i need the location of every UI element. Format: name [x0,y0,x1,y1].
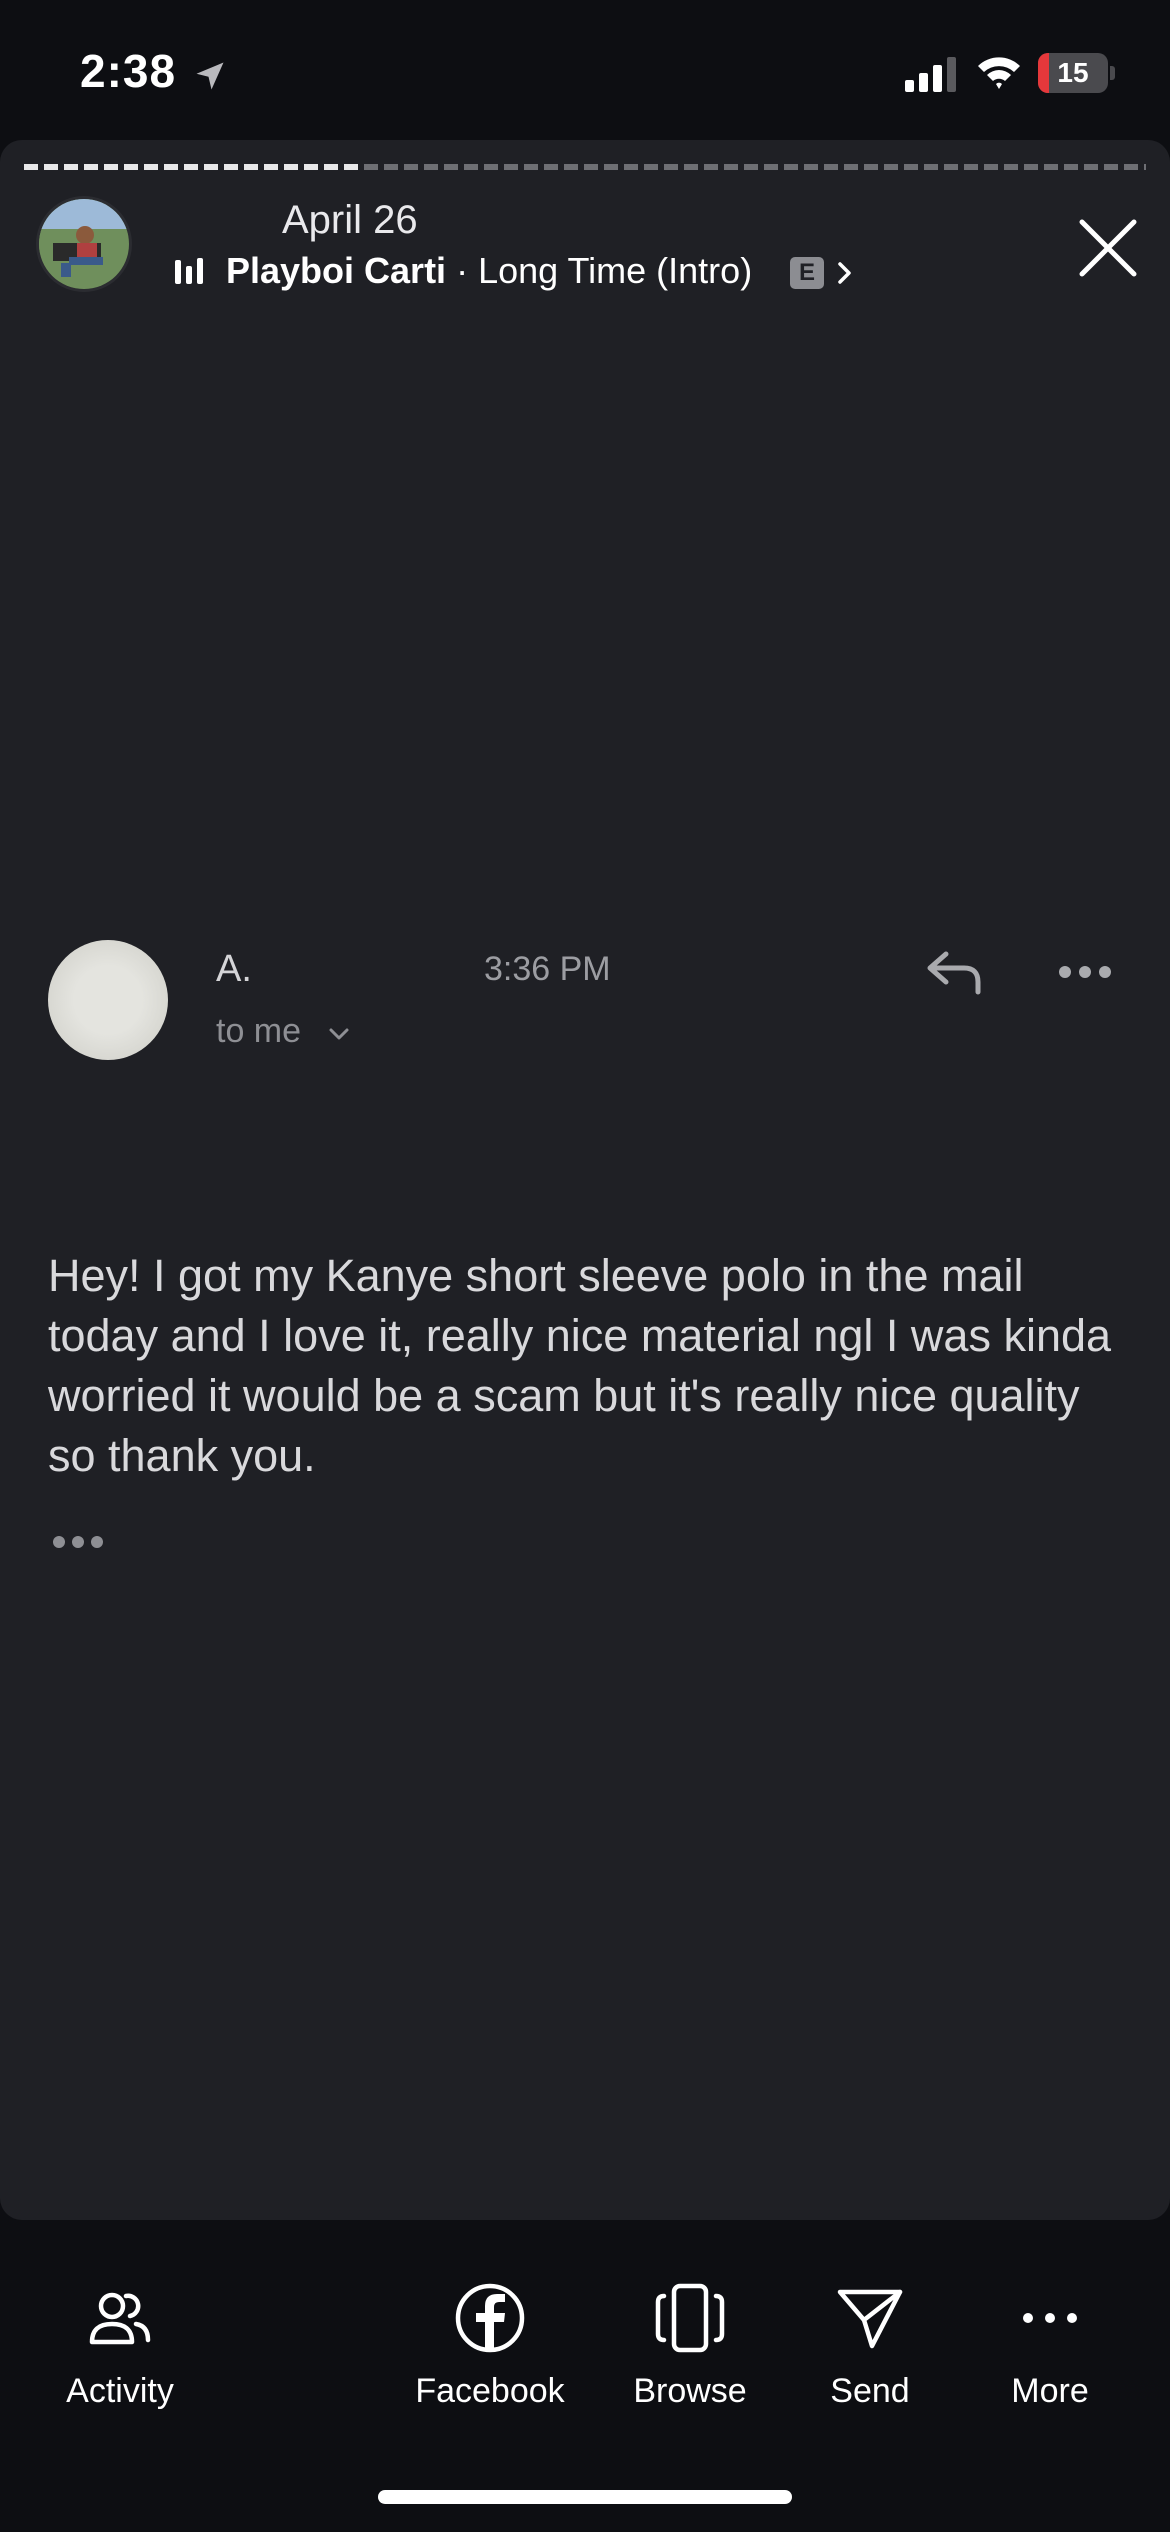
browse-icon [655,2283,725,2353]
wifi-icon [978,57,1020,89]
activity-button[interactable]: Activity [40,2282,200,2432]
more-horizontal-icon [1059,966,1111,978]
profile-photo-icon [39,199,129,289]
story-profile-avatar[interactable] [36,196,132,292]
send-button[interactable]: Send [810,2282,930,2432]
close-icon[interactable] [1076,216,1140,280]
send-label: Send [830,2372,910,2410]
screen: 2:38 15 April 26 Playboi Carti · Long Ti… [0,0,1170,2532]
reply-icon [927,951,981,995]
send-icon [837,2289,903,2349]
battery-level: 15 [1057,57,1089,88]
browse-button[interactable]: Browse [620,2282,760,2432]
browse-label: Browse [633,2372,747,2410]
email-recipient: to me [216,1012,302,1050]
song-artist: Playboi Carti [226,250,447,291]
song-separator: · [446,250,479,291]
more-button[interactable]: More [990,2282,1110,2432]
chevron-down-icon [329,1028,349,1040]
song-title: Long Time (Intro) [478,250,753,291]
chevron-right-icon[interactable] [834,258,856,288]
facebook-label: Facebook [415,2372,565,2410]
activity-label: Activity [66,2372,174,2410]
more-icon [1023,2313,1077,2323]
home-indicator[interactable] [378,2490,792,2504]
explicit-badge: E [790,257,824,289]
sender-avatar [48,940,168,1060]
song-info[interactable]: Playboi Carti · Long Time (Intro) [226,250,752,292]
sender-name: A. [216,948,252,990]
story-progress-bar [24,164,1146,170]
music-bars-icon [175,258,203,284]
status-time: 2:38 [80,45,177,97]
email-time: 3:36 PM [484,950,611,988]
cellular-signal-icon [905,57,956,92]
story-progress-fill [24,164,361,170]
bottom-action-bar: Activity Facebook Browse Send More [0,2220,1170,2532]
facebook-icon [455,2283,525,2353]
more-label: More [1011,2372,1089,2410]
story-date: April 26 [282,198,418,242]
status-bar: 2:38 15 [0,0,1170,140]
story-card[interactable]: April 26 Playboi Carti · Long Time (Intr… [0,140,1170,2220]
expand-quoted-text-icon [53,1536,103,1548]
battery-indicator: 15 [1038,53,1116,93]
people-icon [89,2292,151,2345]
facebook-button[interactable]: Facebook [400,2282,580,2432]
location-arrow-icon [196,62,224,90]
email-body: Hey! I got my Kanye short sleeve polo in… [48,1250,1112,1481]
